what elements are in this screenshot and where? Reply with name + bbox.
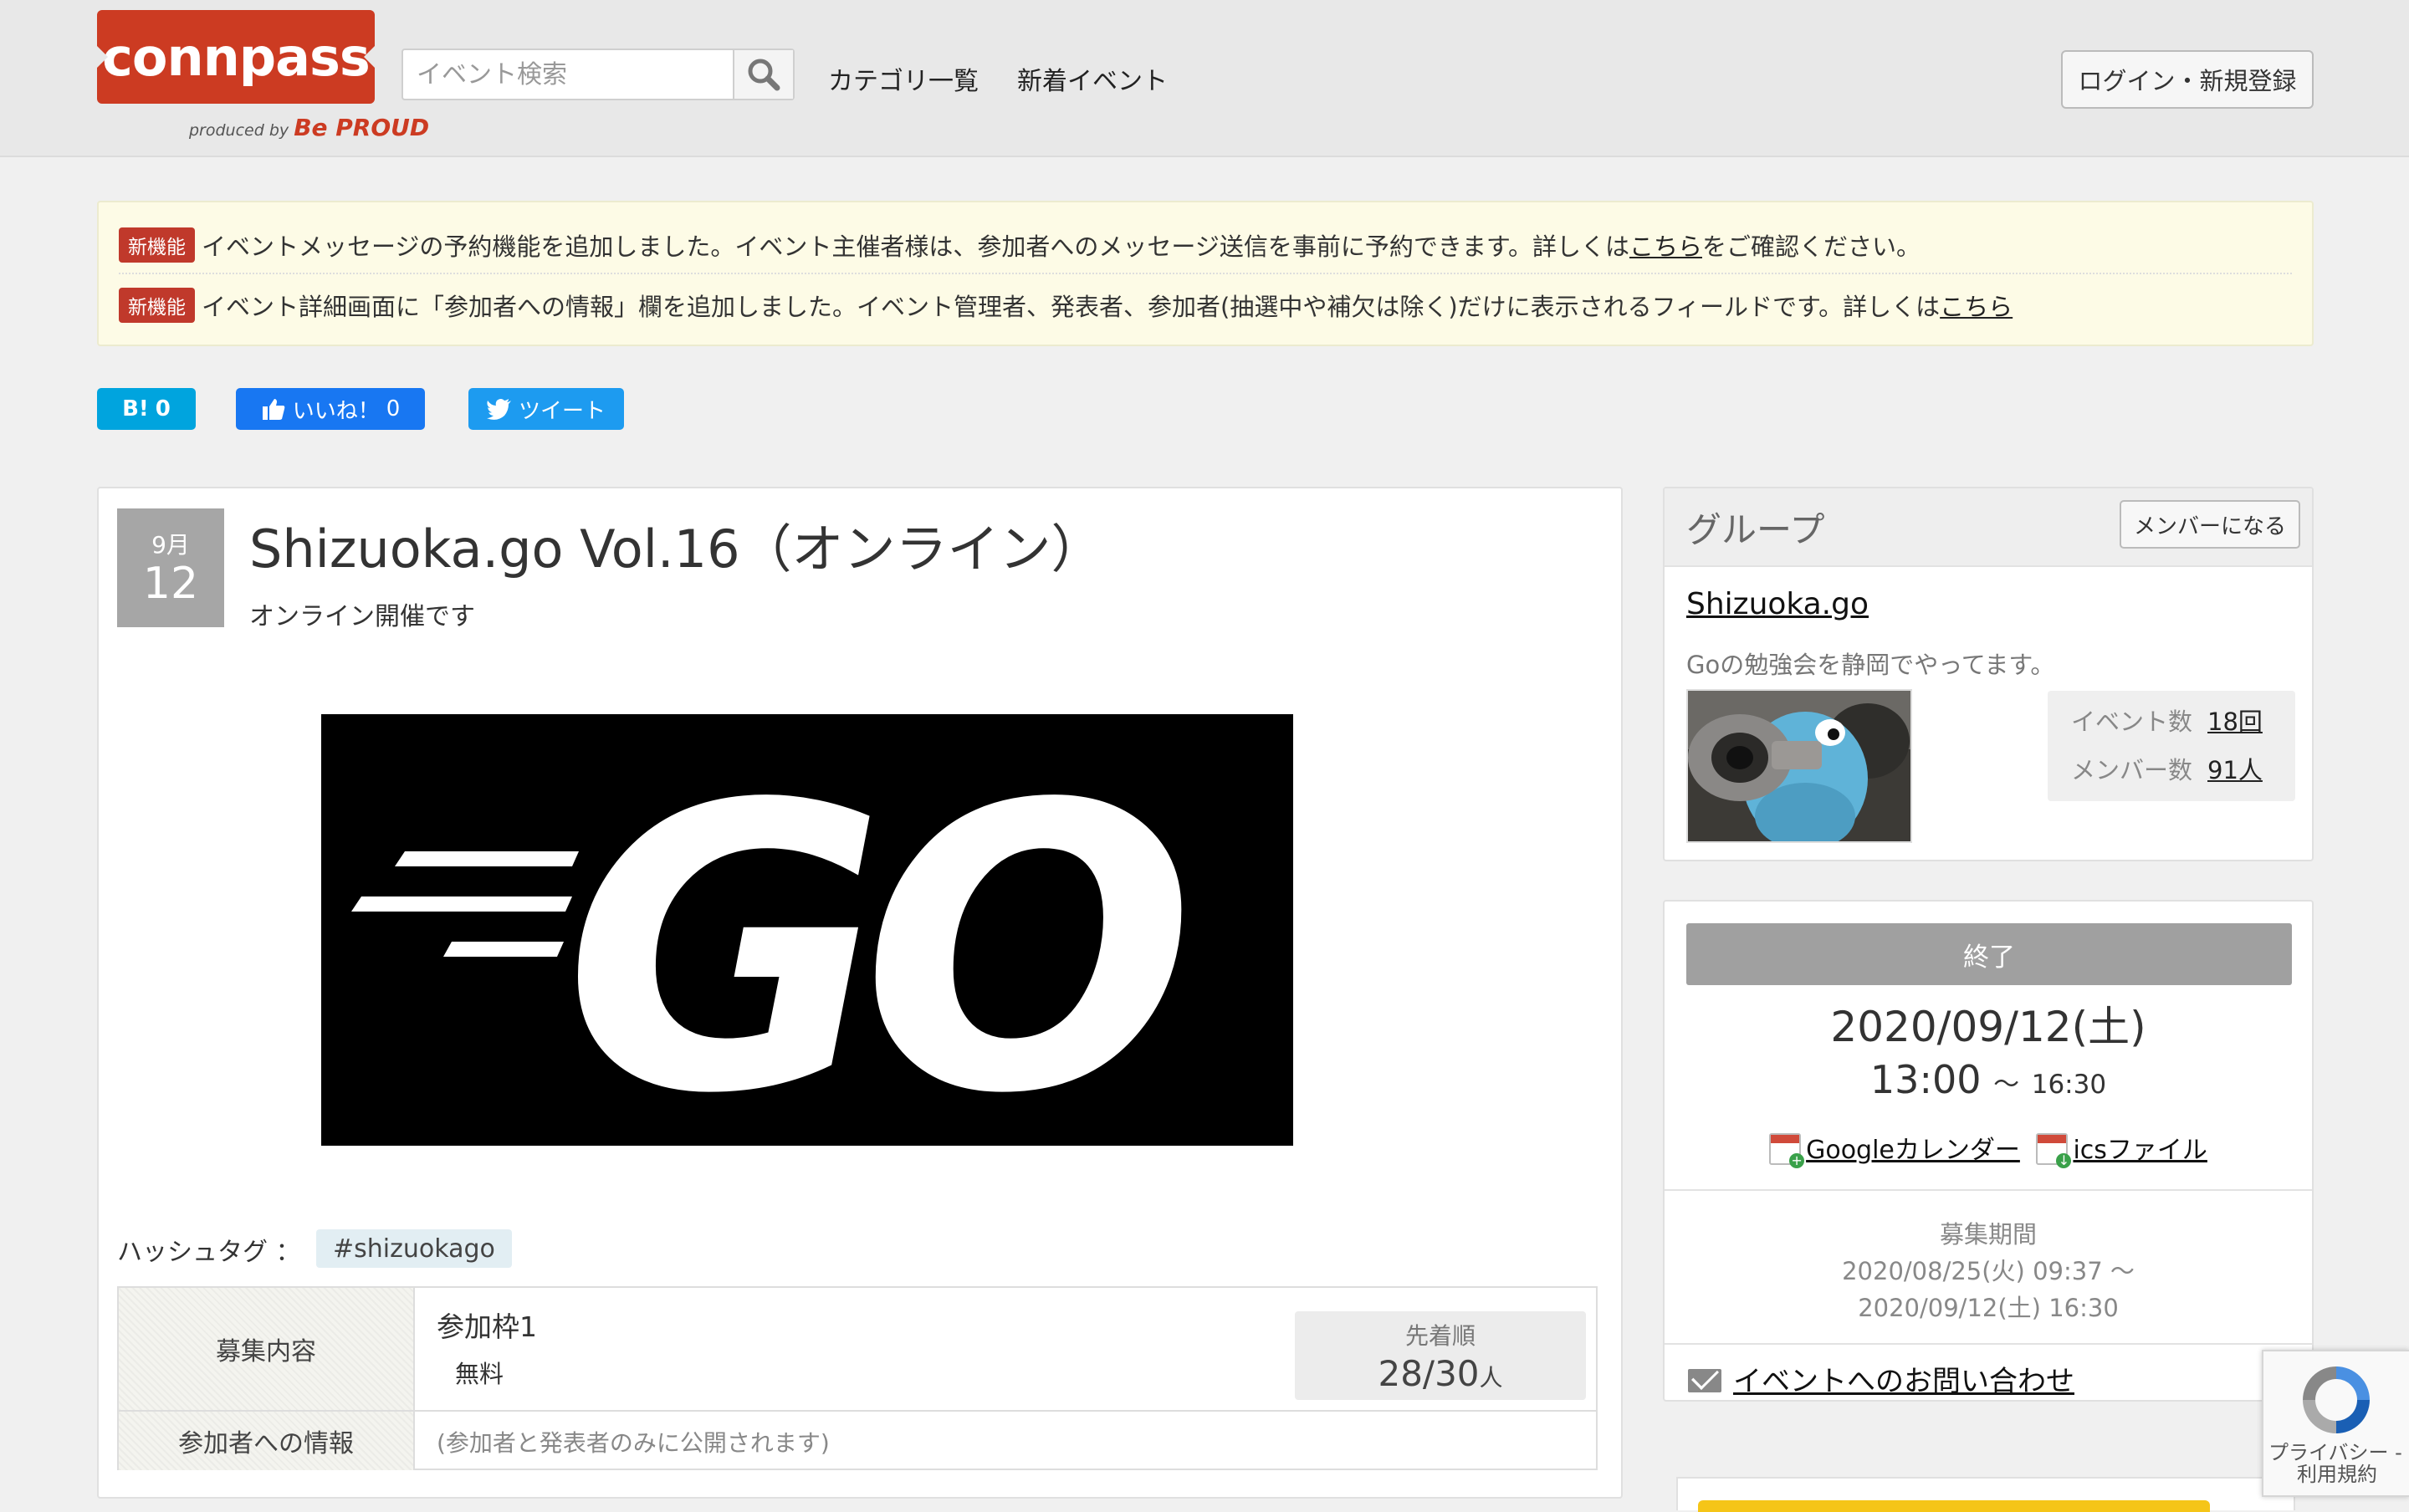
recruit-period-label: 募集期間: [1939, 1220, 2037, 1249]
order-type: 先着順: [1404, 1322, 1476, 1350]
google-calendar-link[interactable]: Googleカレンダー: [1806, 1136, 2020, 1165]
notice-item: 新機能 イベント詳細画面に「参加者への情報」欄を追加しました。イベント管理者、発表…: [119, 288, 2013, 323]
group-event-count: イベント数 18回: [2071, 702, 2263, 738]
recaptcha-links: プライバシー - 利用規約: [2268, 1442, 2402, 1485]
group-member-count-link[interactable]: 91人: [2207, 756, 2263, 784]
event-date-badge: 9月 12: [117, 508, 224, 627]
notice-text: イベント詳細画面に「参加者への情報」欄を追加しました。イベント管理者、発表者、参…: [202, 293, 1941, 321]
calendar-add-icon: +: [1769, 1133, 1805, 1168]
thumbs-up-icon: [262, 399, 285, 420]
event-contact-link[interactable]: イベントへのお問い合わせ: [1733, 1365, 2074, 1398]
tweet-button[interactable]: ツイート: [468, 388, 624, 430]
group-card-title: グループ: [1686, 509, 1825, 550]
nav-new-events[interactable]: 新着イベント: [1017, 60, 1168, 97]
recaptcha-terms-link[interactable]: 利用規約: [2268, 1463, 2402, 1485]
group-name-link[interactable]: Shizuoka.go: [1686, 587, 1869, 621]
notice-suffix: をご確認ください。: [1701, 232, 1921, 261]
next-sidebar-card: [1676, 1477, 2295, 1512]
event-month: 9月: [151, 531, 190, 559]
hatena-count: 0: [155, 396, 171, 421]
calendar-download-icon: ↓: [2036, 1133, 2072, 1168]
event-day: 12: [142, 559, 199, 609]
gopher-photo: [1688, 691, 1910, 841]
go-logo: GO: [351, 722, 1212, 1179]
hashtag-link[interactable]: #shizuokago: [316, 1229, 512, 1268]
participant-count-box: 先着順 28/30人: [1295, 1311, 1586, 1400]
schedule-card: 終了 2020/09/12(土) 13:00 ～ 16:30 + Googleカレ…: [1663, 900, 2314, 1402]
event-time: 13:00 ～ 16:30: [1665, 1057, 2312, 1102]
participant-frame-name: 参加枠1: [437, 1310, 537, 1343]
schedule-divider: [1665, 1343, 2312, 1345]
participant-count-unit: 人: [1479, 1364, 1503, 1392]
time-separator: ～: [1993, 1070, 2020, 1100]
hashtag-label: ハッシュタグ ：: [117, 1238, 301, 1267]
participant-info-label: 参加者への情報: [119, 1412, 415, 1470]
recruit-period-end: 2020/09/12(土) 16:30: [1858, 1294, 2119, 1322]
group-thumbnail[interactable]: [1686, 689, 1912, 843]
participant-fee: 無料: [455, 1360, 504, 1388]
mail-icon: [1688, 1369, 1721, 1392]
new-feature-badge: 新機能: [119, 288, 195, 323]
login-signup-button[interactable]: ログイン・新規登録: [2061, 50, 2314, 109]
group-event-count-label: イベント数: [2071, 707, 2193, 736]
beproud-logo: Be PROUD: [294, 114, 430, 141]
event-end-time: 16:30: [2031, 1070, 2107, 1100]
notice-item: 新機能 イベントメッセージの予約機能を追加しました。イベント主催者様は、参加者への…: [119, 227, 1921, 263]
search-icon: [748, 59, 780, 91]
search-box: [402, 49, 795, 100]
recaptcha-icon: [2303, 1366, 2370, 1433]
group-stats: イベント数 18回 メンバー数 91人: [2048, 691, 2295, 801]
notice-box: 新機能 イベントメッセージの予約機能を追加しました。イベント主催者様は、参加者への…: [97, 201, 2314, 346]
search-button[interactable]: [733, 50, 793, 99]
recruit-table: 募集内容 参加者への情報 参加枠1 無料 先着順 28/30人 (参加者と発表者…: [117, 1286, 1598, 1470]
new-feature-badge: 新機能: [119, 227, 195, 263]
recruit-label: 募集内容: [119, 1288, 415, 1410]
group-event-count-link[interactable]: 18回: [2207, 707, 2263, 736]
yellow-banner: [1698, 1500, 2210, 1512]
notice-link[interactable]: こちら: [1629, 232, 1702, 261]
ics-file-link[interactable]: icsファイル: [2073, 1136, 2207, 1165]
notice-link[interactable]: こちら: [1940, 293, 2013, 321]
tweet-label: ツイート: [518, 398, 606, 424]
group-card: グループ メンバーになる Shizuoka.go Goの勉強会を静岡でやってます…: [1663, 487, 2314, 861]
notice-text: イベントメッセージの予約機能を追加しました。イベント主催者様は、参加者へのメッセ…: [202, 232, 1629, 261]
become-member-button[interactable]: メンバーになる: [2120, 500, 2300, 549]
participant-info-note: (参加者と発表者のみに公開されます): [437, 1429, 830, 1457]
participant-count: 28/30人: [1295, 1353, 1586, 1394]
event-status-ended: 終了: [1686, 923, 2292, 985]
recruit-period: 募集期間 2020/08/25(火) 09:37 ～ 2020/09/12(土)…: [1665, 1216, 2312, 1326]
connpass-logo[interactable]: connpass produced by Be PROUD: [96, 10, 429, 144]
group-member-count: メンバー数 91人: [2071, 751, 2263, 786]
event-image: GO: [321, 714, 1293, 1179]
hatena-bookmark-button[interactable]: B! 0: [97, 388, 196, 430]
calendar-links: + Googleカレンダー ↓ icsファイル: [1665, 1129, 2312, 1168]
facebook-like-label: いいね！: [292, 398, 380, 424]
event-subtitle: オンライン開催です: [249, 602, 475, 631]
participant-count-value: 28/30: [1378, 1353, 1480, 1394]
group-description: Goの勉強会を静岡でやってます。: [1686, 651, 2055, 679]
facebook-like-count: 0: [386, 396, 401, 421]
group-member-count-label: メンバー数: [2071, 756, 2193, 784]
schedule-divider: [1665, 1189, 2312, 1191]
recaptcha-badge[interactable]: プライバシー - 利用規約: [2262, 1350, 2409, 1497]
produced-by: produced by Be PROUD: [189, 114, 430, 141]
logo-text: connpass: [96, 10, 376, 104]
go-logo-text: GO: [564, 722, 1187, 1146]
recaptcha-privacy-link[interactable]: プライバシー -: [2268, 1442, 2402, 1463]
notice-divider: [119, 273, 2292, 274]
recruit-period-start: 2020/08/25(火) 09:37 ～: [1842, 1257, 2135, 1285]
search-input[interactable]: [403, 50, 731, 99]
hatena-icon: B!: [122, 396, 149, 421]
contact-row: イベントへのお問い合わせ: [1688, 1358, 2074, 1399]
nav-categories[interactable]: カテゴリ一覧: [828, 60, 979, 97]
event-start-time: 13:00: [1869, 1057, 1982, 1102]
event-title: Shizuoka.go Vol.16（オンライン）: [249, 518, 1103, 580]
event-date: 2020/09/12(土): [1830, 1003, 2146, 1051]
facebook-like-button[interactable]: いいね！ 0: [236, 388, 425, 430]
twitter-bird-icon: [486, 399, 511, 420]
